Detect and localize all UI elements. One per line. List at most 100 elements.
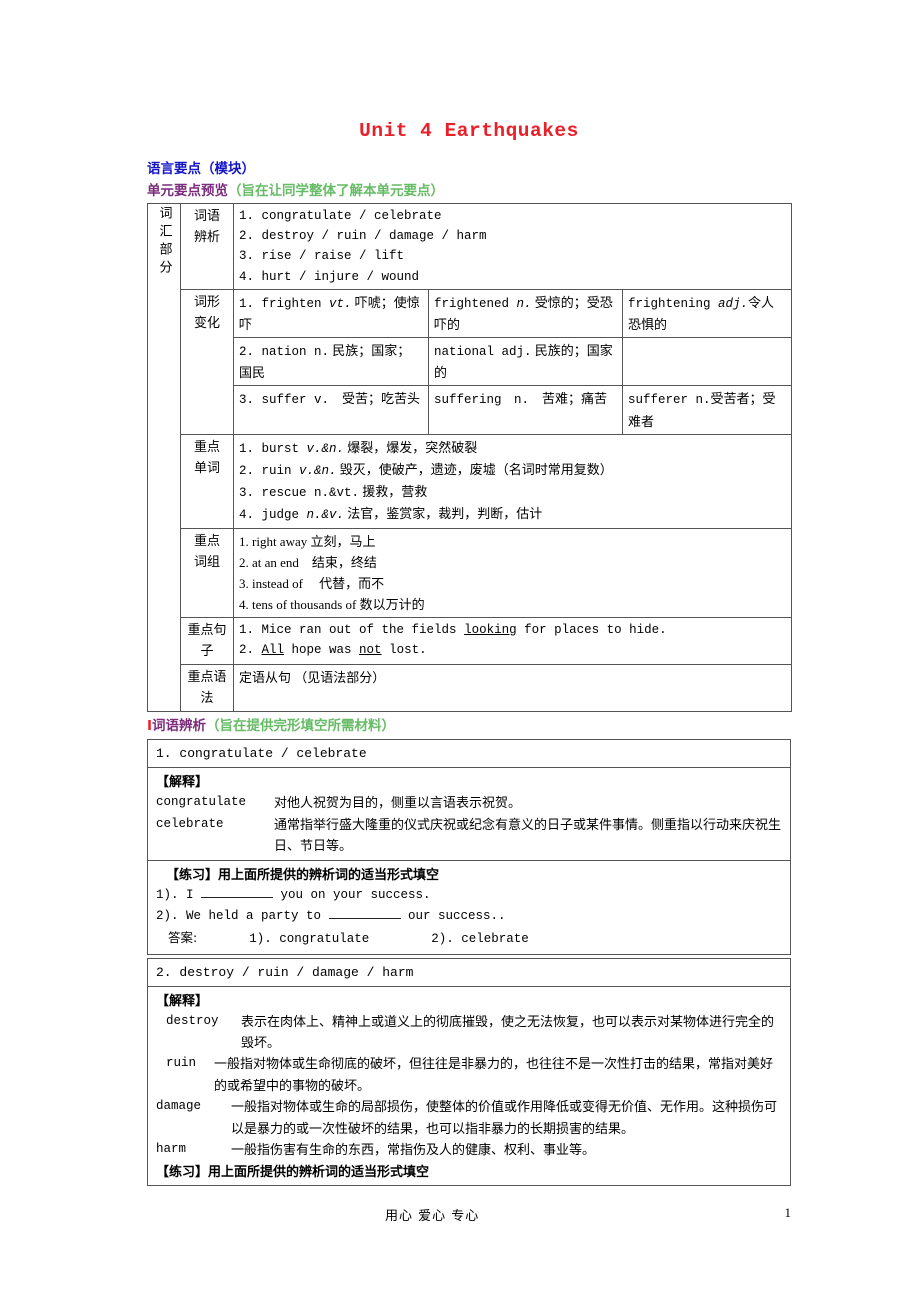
definition-text: 对他人祝贺为目的，侧重以言语表示祝贺。 <box>274 795 522 811</box>
table-row: 词形 变化 1. frighten vt. 吓唬；使惊吓 frightened … <box>148 288 793 435</box>
word-form-derived2-en: sufferer n. <box>628 393 711 408</box>
section-note: （旨在提供完形填空所需材料） <box>206 718 396 735</box>
row-label-line1: 重点 <box>193 439 220 455</box>
answer-label: 答案: <box>168 930 198 946</box>
word-block-explanation: 【解释】 congratulate 对他人祝贺为目的，侧重以言语表示祝贺。 ce… <box>147 767 791 861</box>
word-form-base-en: 2. nation n. <box>239 345 330 360</box>
answer-item: 2). celebrate <box>431 932 529 947</box>
definition-term: ruin <box>166 1056 197 1071</box>
exercise-label: 【练习】用上面所提供的辨析词的适当形式填空 <box>156 1163 430 1179</box>
table-row: 词汇部分 词语 辨析 1. congratulate / celebrate 2… <box>147 202 793 713</box>
exercise-label: 【练习】用上面所提供的辨析词的适当形式填空 <box>166 866 440 882</box>
key-word-pos: v.&n. <box>306 441 345 456</box>
key-word-en: burst <box>261 441 307 456</box>
key-word-en: judge <box>261 508 307 523</box>
word-block-explanation: 【解释】 destroy 表示在肉体上、精神上或道义上的彻底摧毁，使之无法恢复，… <box>147 985 791 1186</box>
row-label-line2: 单词 <box>193 460 220 476</box>
word-form-derived2-en: frightening <box>628 296 719 311</box>
word-form-derived-2 <box>621 337 793 387</box>
sentence-pre: Mice ran out of the fields <box>261 622 465 637</box>
word-form-derived-1: national adj. 民族的；国家的 <box>428 337 623 387</box>
list-item: 4. tens of thousands of 数以万计的 <box>239 596 425 612</box>
word-form-base-pos: vt. <box>329 296 352 311</box>
key-sentences-items: 1. Mice ran out of the fields looking fo… <box>232 616 793 665</box>
definition-text: 一般指对物体或生命的局部损伤，使整体的价值或作用降低或变得无价值、无作用。这种损… <box>231 1099 778 1136</box>
key-word-num: 1. <box>239 441 262 456</box>
definition-text: 一般指伤害有生命的东西，常指伤及人的健康、权利、事业等。 <box>231 1142 596 1158</box>
row-label-line2: 辨析 <box>193 229 220 245</box>
word-form-base: 3. suffer v. 受苦；吃苦头 <box>233 385 429 435</box>
word-form-derived-1: frightened n. 受惊的；受恐吓的 <box>428 288 623 339</box>
sentence-post: lost. <box>381 643 427 658</box>
definition-term: celebrate <box>156 816 224 831</box>
table-row: 【练习】用上面所提供的辨析词的适当形式填空 1). I you on your … <box>147 859 791 955</box>
row-label-key-sentences: 重点句子 <box>180 616 234 665</box>
definition-text: 表示在肉体上、精神上或道义上的彻底摧毁，使之无法恢复，也可以表示对某物体进行完全… <box>241 1013 775 1051</box>
list-item: 3. rescue n.&vt. 援救，营救 <box>239 481 786 503</box>
table-row: 重点句子 1. Mice ran out of the fields looki… <box>148 616 793 665</box>
row-label-word-forms: 词形 变化 <box>180 288 234 435</box>
unit-outline-table: 词汇部分 词语 辨析 1. congratulate / celebrate 2… <box>147 202 793 713</box>
row-label-line1: 词形 <box>193 294 220 310</box>
list-item: 3. rise / raise / lift <box>239 249 405 264</box>
section-title: 词语辨析 <box>152 718 207 735</box>
word-form-derived-2: frightening adj.令人恐惧的 <box>621 288 793 339</box>
sentence-underlined: looking <box>464 622 517 637</box>
definition-row: congratulate 对他人祝贺为目的，侧重以言语表示祝贺。 <box>156 792 782 813</box>
row-label-word-discrimination: 词语 辨析 <box>180 202 234 290</box>
sentence-underlined-2: not <box>359 643 382 658</box>
exercise-question: 2). We held a party to our success.. <box>156 906 782 927</box>
heading-unit-preview-note: （旨在让同学整体了解本单元要点） <box>228 182 444 199</box>
word-form-base: 2. nation n. 民族；国家；国民 <box>233 337 429 387</box>
list-item: 2. destroy / ruin / damage / harm <box>239 229 487 244</box>
table-row: 重点语法 定语从句 （见语法部分） <box>148 663 793 713</box>
key-word-cn: 爆裂，爆发，突然破裂 <box>344 439 478 455</box>
word-form-derived2-pos: adj. <box>718 296 749 311</box>
list-item: 2. at an end 结束，终结 <box>239 554 377 570</box>
definition-term: destroy <box>166 1013 219 1028</box>
key-word-pos: n.&v. <box>306 508 345 523</box>
question-post: you on your success. <box>273 887 431 902</box>
sentence-post: for places to hide. <box>516 622 667 637</box>
table-row: 重点 词组 1. right away 立刻，马上 2. at an end 结… <box>148 527 793 618</box>
key-word-pos: v.&n. <box>299 463 337 478</box>
answer-row: 答案: 1). congratulate 2). celebrate <box>156 927 782 950</box>
explanation-label: 【解释】 <box>156 774 209 790</box>
table-row: 2. destroy / ruin / damage / harm <box>147 957 791 987</box>
row-label-key-words: 重点 单词 <box>180 433 234 529</box>
word-block-header: 2. destroy / ruin / damage / harm <box>147 957 791 987</box>
list-item: 1. Mice ran out of the fields looking fo… <box>239 620 786 640</box>
answer-blank[interactable] <box>328 918 401 920</box>
table-row: 【解释】 destroy 表示在肉体上、精神上或道义上的彻底摧毁，使之无法恢复，… <box>147 985 791 1186</box>
key-grammar-value: 定语从句 （见语法部分） <box>232 663 793 713</box>
definition-term: congratulate <box>156 795 247 810</box>
answer-blank[interactable] <box>201 896 274 898</box>
table-row: 重点 单词 1. burst v.&n. 爆裂，爆发，突然破裂 2. ruin … <box>148 433 793 529</box>
word-block-destroy-ruin-damage-harm: 2. destroy / ruin / damage / harm 【解释】 d… <box>147 957 791 1186</box>
word-form-base-en: 1. frighten <box>239 296 330 311</box>
word-form-base: 1. frighten vt. 吓唬；使惊吓 <box>233 288 429 339</box>
list-item: 4. judge n.&v. 法官，鉴赏家，裁判，判断，估计 <box>239 503 786 525</box>
word-block-header: 1. congratulate / celebrate <box>147 739 791 769</box>
sentence-underlined: All <box>261 643 285 658</box>
list-item: 1. congratulate / celebrate <box>239 208 442 223</box>
word-block-exercise: 【练习】用上面所提供的辨析词的适当形式填空 1). I you on your … <box>147 859 791 955</box>
word-form-derived-1: suffering n. 苦难；痛苦 <box>428 385 623 435</box>
document-page: Unit 4 Earthquakes 语言要点（模块） 单元要点预览（旨在让同学… <box>0 0 920 1302</box>
word-form-derived-en: suffering n. <box>434 393 530 408</box>
sentence-mid: hope was <box>284 643 360 658</box>
vocabulary-section-label: 词汇部分 <box>147 202 181 713</box>
table-row: 1. congratulate / celebrate <box>147 739 791 769</box>
document-content: Unit 4 Earthquakes 语言要点（模块） 单元要点预览（旨在让同学… <box>147 0 793 1186</box>
key-words-items: 1. burst v.&n. 爆裂，爆发，突然破裂 2. ruin v.&n. … <box>232 433 793 529</box>
definition-row: damage 一般指对物体或生命的局部损伤，使整体的价值或作用降低或变得无价值、… <box>156 1096 782 1139</box>
definition-row: harm 一般指伤害有生命的东西，常指伤及人的健康、权利、事业等。 <box>156 1139 782 1160</box>
question-post: our success.. <box>400 909 506 924</box>
word-form-derived-en: frightened <box>434 296 517 311</box>
key-word-num: 2. <box>239 463 262 478</box>
heading-unit-preview-text: 单元要点预览 <box>147 182 228 199</box>
key-word-en: rescue n.&vt. <box>261 486 360 501</box>
list-item: 2. ruin v.&n. 毁灭，使破产，遗迹，废墟（名词时常用复数） <box>239 459 786 481</box>
sentence-num: 2. <box>239 643 262 658</box>
definition-row: ruin 一般指对物体或生命彻底的破坏，但往往是非暴力的，也往往不是一次性打击的… <box>156 1053 782 1096</box>
